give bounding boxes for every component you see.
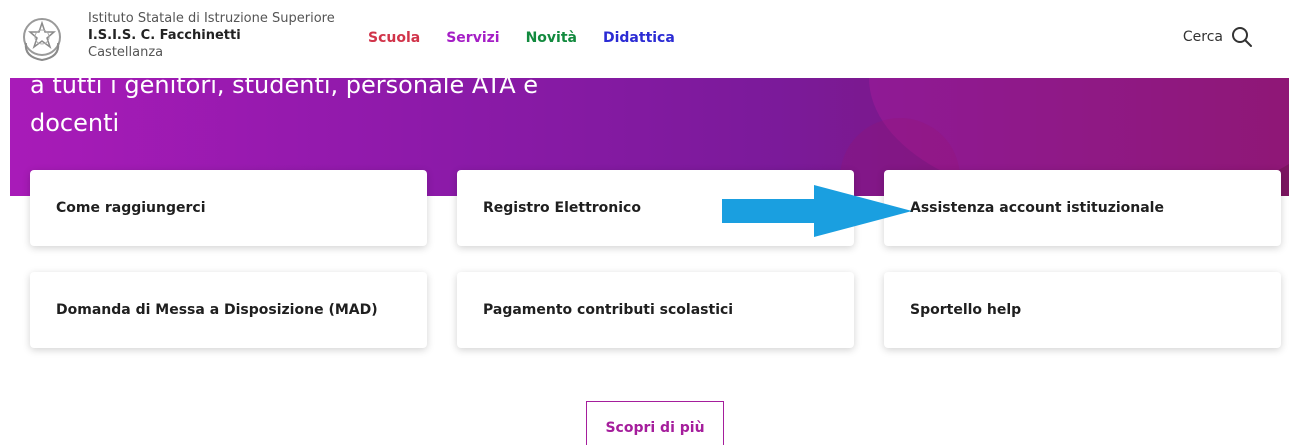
hero-text-line: a tutti i genitori, studenti, personale …	[30, 78, 539, 99]
card-assistenza-account[interactable]: Assistenza account istituzionale	[884, 170, 1281, 246]
nav-didattica[interactable]: Didattica	[603, 30, 675, 46]
card-label: Registro Elettronico	[483, 200, 641, 216]
nav-servizi[interactable]: Servizi	[446, 30, 499, 46]
card-label: Assistenza account istituzionale	[910, 200, 1164, 216]
search-label: Cerca	[1182, 29, 1223, 45]
search-button[interactable]: Cerca	[1183, 26, 1253, 48]
card-sportello-help[interactable]: Sportello help	[884, 272, 1281, 348]
nav-novita[interactable]: Novità	[526, 30, 577, 46]
arrow-right-icon	[722, 185, 912, 237]
school-type: Istituto Statale di Istruzione Superiore	[88, 11, 335, 26]
card-label: Pagamento contributi scolastici	[483, 302, 734, 318]
school-title: I.S.I.S. C. Facchinetti	[88, 28, 241, 43]
card-domanda-mad[interactable]: Domanda di Messa a Disposizione (MAD)	[30, 272, 427, 348]
hero-text-line: docenti	[30, 109, 120, 137]
school-city: Castellanza	[88, 45, 164, 60]
card-label: Domanda di Messa a Disposizione (MAD)	[56, 302, 378, 318]
school-name[interactable]: Istituto Statale di Istruzione Superiore…	[88, 10, 335, 61]
site-header: Istituto Statale di Istruzione Superiore…	[0, 0, 1289, 78]
nav-scuola[interactable]: Scuola	[368, 30, 420, 46]
card-pagamento-contributi[interactable]: Pagamento contributi scolastici	[457, 272, 854, 348]
republic-emblem-icon[interactable]	[20, 13, 64, 65]
scopri-di-piu-button[interactable]: Scopri di più	[586, 401, 724, 445]
search-icon	[1232, 27, 1252, 47]
card-label: Sportello help	[910, 302, 1022, 318]
card-come-raggiungerci[interactable]: Come raggiungerci	[30, 170, 427, 246]
hero-text: a tutti i genitori, studenti, personale …	[30, 78, 538, 142]
card-label: Come raggiungerci	[56, 200, 206, 216]
main-nav: Scuola Servizi Novità Didattica	[368, 30, 701, 46]
